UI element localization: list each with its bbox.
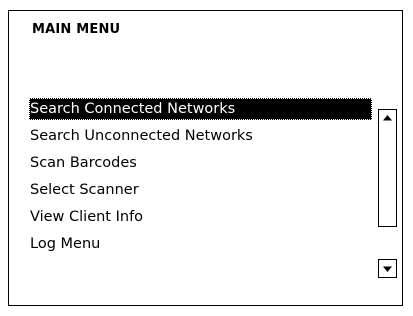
menu-listbox[interactable]: Search Connected Networks Search Unconne… — [29, 98, 405, 263]
arrow-down-icon — [383, 266, 392, 272]
menu-item-view-client-info[interactable]: View Client Info — [29, 206, 372, 228]
list-scrollbar[interactable] — [378, 109, 397, 285]
scroll-down-button[interactable] — [378, 259, 397, 278]
scroll-track[interactable] — [378, 127, 397, 227]
page-title: MAIN MENU — [32, 22, 121, 37]
menu-item-scan-barcodes[interactable]: Scan Barcodes — [29, 152, 372, 174]
menu-item-log-menu[interactable]: Log Menu — [29, 233, 372, 255]
menu-item-search-connected-networks[interactable]: Search Connected Networks — [29, 98, 372, 120]
menu-item-search-unconnected-networks[interactable]: Search Unconnected Networks — [29, 125, 372, 147]
arrow-up-icon — [383, 115, 392, 121]
scroll-up-button[interactable] — [378, 109, 397, 128]
menu-item-select-scanner[interactable]: Select Scanner — [29, 179, 372, 201]
main-menu-window: MAIN MENU Search Connected Networks Sear… — [8, 10, 403, 306]
